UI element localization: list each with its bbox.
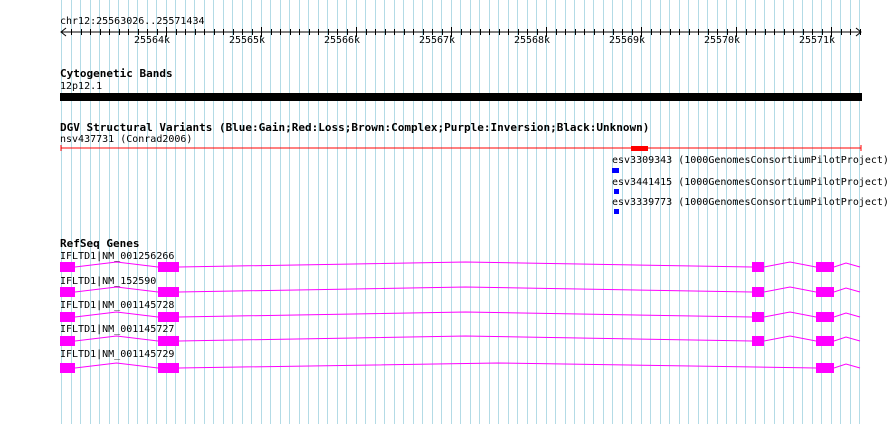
transcript-label: IFLTD1|NM_001256266 xyxy=(60,251,175,262)
ruler-tick-label: 25570k xyxy=(703,35,741,46)
transcript-label: IFLTD1|NM_001145729 xyxy=(60,349,175,360)
cytoband-label: 12p12.1 xyxy=(60,81,103,92)
ruler-axis xyxy=(60,27,862,37)
coordinate-ruler[interactable]: chr12:25563026..25571434 25564k 25565k 255… xyxy=(0,0,890,60)
dgv-esv3309343[interactable] xyxy=(612,168,619,173)
ruler-tick-label: 25564k xyxy=(133,35,171,46)
ruler-tick-label: 25568k xyxy=(513,35,551,46)
cytoband-track-title[interactable]: Cytogenetic Bands xyxy=(60,68,173,80)
ruler-tick-label: 25569k xyxy=(608,35,646,46)
transcript-label: IFLTD1|NM_001145728 xyxy=(60,300,175,311)
dgv-track-title[interactable]: DGV Structural Variants (Blue:Gain;Red:L… xyxy=(60,122,649,134)
ruler-tick-label: 25571k xyxy=(798,35,836,46)
cytoband-12p12-1[interactable] xyxy=(60,93,862,101)
dgv-feature-label: esv3339773 (1000GenomesConsortiumPilotPr… xyxy=(612,197,889,208)
dgv-feature-label: esv3309343 (1000GenomesConsortiumPilotPr… xyxy=(612,155,889,166)
ruler-tick-label: 25565k xyxy=(228,35,266,46)
dgv-feature-label: esv3441415 (1000GenomesConsortiumPilotPr… xyxy=(612,177,889,188)
dgv-feature-label: nsv437731 (Conrad2006) xyxy=(60,134,193,145)
dgv-esv3339773[interactable] xyxy=(614,209,619,214)
transcript-label: IFLTD1|NM_001145727 xyxy=(60,324,175,335)
refseq-track-title[interactable]: RefSeq Genes xyxy=(60,238,139,250)
dgv-esv3441415[interactable] xyxy=(614,189,619,194)
ruler-tick-label: 25567k xyxy=(418,35,456,46)
ruler-tick-label: 25566k xyxy=(323,35,361,46)
grid-lines xyxy=(61,0,860,424)
transcript-label: IFLTD1|NM_152590 xyxy=(60,276,157,287)
